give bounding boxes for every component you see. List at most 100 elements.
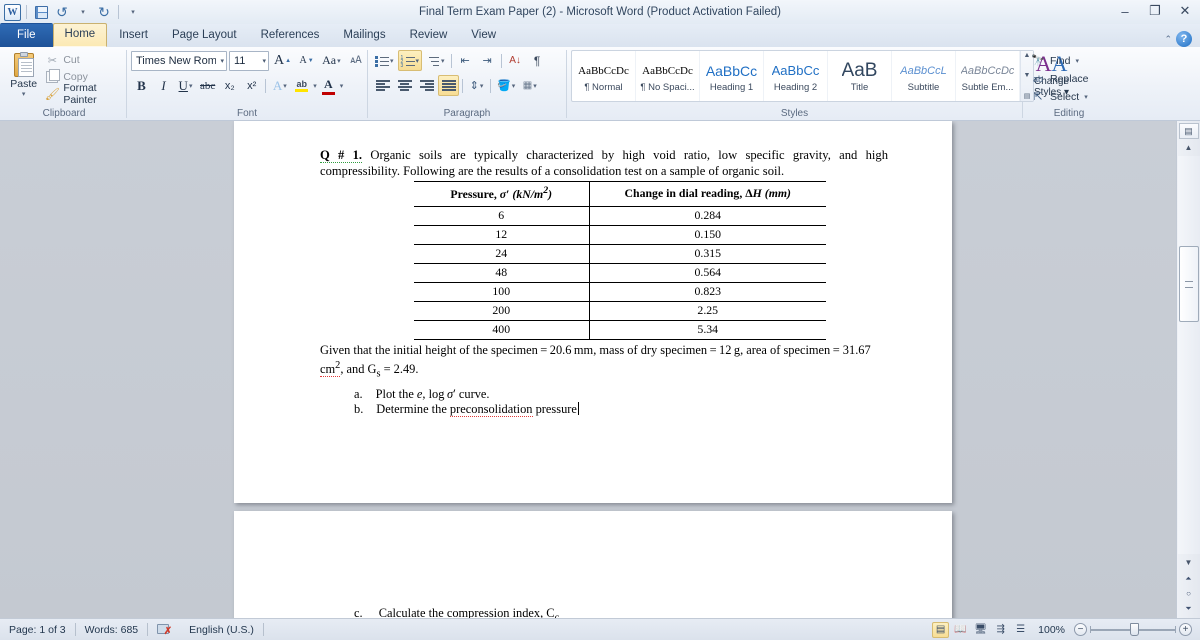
subscript-button[interactable]: x₂	[219, 75, 240, 96]
replace-button[interactable]: ab Replace	[1027, 70, 1093, 87]
decrease-indent-button[interactable]: ⇤	[455, 50, 476, 71]
page-indicator[interactable]: Page: 1 of 3	[0, 620, 75, 640]
help-icon[interactable]: ?	[1176, 31, 1192, 47]
strikethrough-button[interactable]: abc	[197, 75, 218, 96]
align-right-button[interactable]	[416, 75, 437, 96]
borders-button[interactable]: ▦ ▾	[519, 75, 540, 96]
superscript-button[interactable]: x²	[241, 75, 262, 96]
style-item-title[interactable]: AaB Title	[828, 51, 892, 101]
undo-icon[interactable]: ↺	[53, 3, 71, 21]
shading-button[interactable]: 🪣 ▾	[494, 75, 518, 96]
sort-button[interactable]: A↓	[505, 50, 526, 71]
page-canvas[interactable]: Q # 1. Organic soils are typically chara…	[0, 121, 1176, 618]
numbering-button[interactable]: 1 2 3 ▾	[397, 50, 423, 71]
proofing-status[interactable]: ✗	[148, 620, 180, 640]
tab-file[interactable]: File	[0, 23, 53, 47]
font-name-combo[interactable]: Times New Rom ▾	[131, 50, 227, 71]
language-indicator[interactable]: English (U.S.)	[180, 620, 263, 640]
find-dropdown-icon[interactable]: ▾	[1075, 57, 1079, 65]
text-effects-button[interactable]: A ▾	[269, 75, 290, 96]
tab-view[interactable]: View	[459, 24, 508, 47]
style-item-no-spacing[interactable]: AaBbCcDc ¶ No Spaci...	[636, 51, 700, 101]
shrink-font-button[interactable]: A ▼	[296, 50, 317, 71]
select-button[interactable]: ⇱ Select ▾	[1027, 88, 1093, 105]
chevron-down-icon[interactable]: ▾	[258, 57, 266, 65]
format-painter-button[interactable]: 🖌 Format Painter	[43, 82, 122, 106]
style-item-normal[interactable]: AaBbCcDc ¶ Normal	[572, 51, 636, 101]
tab-references[interactable]: References	[249, 24, 332, 47]
cell-dial: 0.823	[589, 282, 826, 302]
outline-view-button[interactable]: ⇶	[992, 622, 1009, 638]
redo-icon[interactable]: ↻	[95, 3, 113, 21]
scroll-track[interactable]	[1177, 156, 1200, 554]
zoom-level[interactable]: 100%	[1032, 624, 1071, 636]
zoom-in-button[interactable]: +	[1179, 623, 1192, 636]
justify-button[interactable]	[438, 75, 459, 96]
scroll-up-button[interactable]: ▲	[1178, 139, 1200, 156]
ruler-toggle-icon[interactable]: ▤	[1178, 123, 1199, 139]
document-page-2[interactable]: c. Calculate the compression index, Cc	[234, 511, 952, 618]
find-button[interactable]: 🔭 Find ▾	[1027, 52, 1093, 69]
minimize-button[interactable]: –	[1110, 0, 1140, 22]
customize-qat-icon[interactable]: ▾	[124, 3, 142, 21]
paste-dropdown-icon[interactable]: ▾	[22, 90, 26, 98]
tab-mailings[interactable]: Mailings	[331, 24, 397, 47]
clear-formatting-button[interactable]: 🗚	[346, 50, 367, 71]
zoom-out-button[interactable]: −	[1074, 623, 1087, 636]
cut-button[interactable]: ✂ Cut	[43, 52, 122, 68]
chevron-down-icon[interactable]: ▾	[216, 57, 224, 65]
print-layout-view-button[interactable]: ▤	[932, 621, 950, 638]
increase-indent-button[interactable]: ⇥	[477, 50, 498, 71]
minimize-ribbon-icon[interactable]: ⌃	[1164, 34, 1172, 45]
tab-home[interactable]: Home	[52, 23, 108, 47]
align-center-button[interactable]	[394, 75, 415, 96]
font-color-button[interactable]: A	[318, 75, 339, 96]
tab-review[interactable]: Review	[398, 24, 460, 47]
change-case-button[interactable]: Aa ▾	[319, 50, 344, 71]
line-spacing-button[interactable]: ⇕ ▾	[466, 75, 487, 96]
paste-button[interactable]: Paste ▾	[6, 50, 41, 102]
select-dropdown-icon[interactable]: ▾	[1084, 93, 1088, 101]
list-item: b. Determine the preconsolidation pressu…	[354, 402, 579, 417]
replace-icon: ab	[1032, 73, 1043, 84]
italic-button[interactable]: I	[153, 75, 174, 96]
word-count[interactable]: Words: 685	[76, 620, 148, 640]
highlight-button[interactable]: ab	[291, 75, 312, 96]
scroll-thumb[interactable]	[1178, 246, 1199, 322]
restore-button[interactable]: ❐	[1140, 0, 1170, 22]
multilevel-list-button[interactable]: ▾	[423, 50, 448, 71]
align-left-button[interactable]	[372, 75, 393, 96]
zoom-slider[interactable]	[1090, 623, 1176, 636]
save-icon[interactable]	[32, 3, 50, 21]
table-row: 12 0.150	[414, 225, 826, 245]
style-item-subtitle[interactable]: AaBbCcL Subtitle	[892, 51, 956, 101]
bullets-button[interactable]: ▾	[372, 50, 397, 71]
underline-button[interactable]: U ▾	[175, 75, 196, 96]
font-size-combo[interactable]: 11 ▾	[229, 50, 269, 71]
scroll-down-button[interactable]: ▼	[1178, 554, 1200, 571]
tab-insert[interactable]: Insert	[107, 24, 160, 47]
undo-dropdown-icon[interactable]: ▾	[74, 3, 92, 21]
select-browse-object-icon[interactable]: ○	[1178, 586, 1200, 601]
ribbon-group-paragraph: ▾ 1 2 3 ▾ ▾ ⇤ ⇥ A↓ ¶ ⇕ ▾ 🪣 ▾ ▦ ▾ Paragra…	[368, 47, 566, 120]
vertical-scrollbar[interactable]: ▤ ▲ ▼ ⏶ ○ ⏷	[1176, 121, 1200, 618]
style-item-heading-1[interactable]: AaBbCc Heading 1	[700, 51, 764, 101]
full-screen-reading-view-button[interactable]: 📖	[952, 622, 969, 638]
next-page-icon[interactable]: ⏷	[1178, 601, 1200, 616]
bold-button[interactable]: B	[131, 75, 152, 96]
show-formatting-marks-button[interactable]: ¶	[527, 50, 548, 71]
tab-page-layout[interactable]: Page Layout	[160, 24, 249, 47]
close-button[interactable]: ✕	[1170, 0, 1200, 22]
style-item-heading-2[interactable]: AaBbCc Heading 2	[764, 51, 828, 101]
zoom-slider-thumb[interactable]	[1130, 623, 1139, 636]
select-label: Select	[1050, 90, 1080, 103]
web-layout-view-button[interactable]: 🖥	[972, 622, 989, 638]
document-page-1[interactable]: Q # 1. Organic soils are typically chara…	[234, 121, 952, 503]
word-logo-icon[interactable]: W	[4, 3, 21, 21]
grow-font-button[interactable]: A ▲	[271, 50, 294, 71]
previous-page-icon[interactable]: ⏶	[1178, 571, 1200, 586]
draft-view-button[interactable]: ☰	[1012, 622, 1029, 638]
font-color-dropdown-icon[interactable]: ▾	[340, 82, 344, 90]
style-item-subtle-emphasis[interactable]: AaBbCcDc Subtle Em...	[956, 51, 1020, 101]
highlight-dropdown-icon[interactable]: ▾	[313, 82, 317, 90]
